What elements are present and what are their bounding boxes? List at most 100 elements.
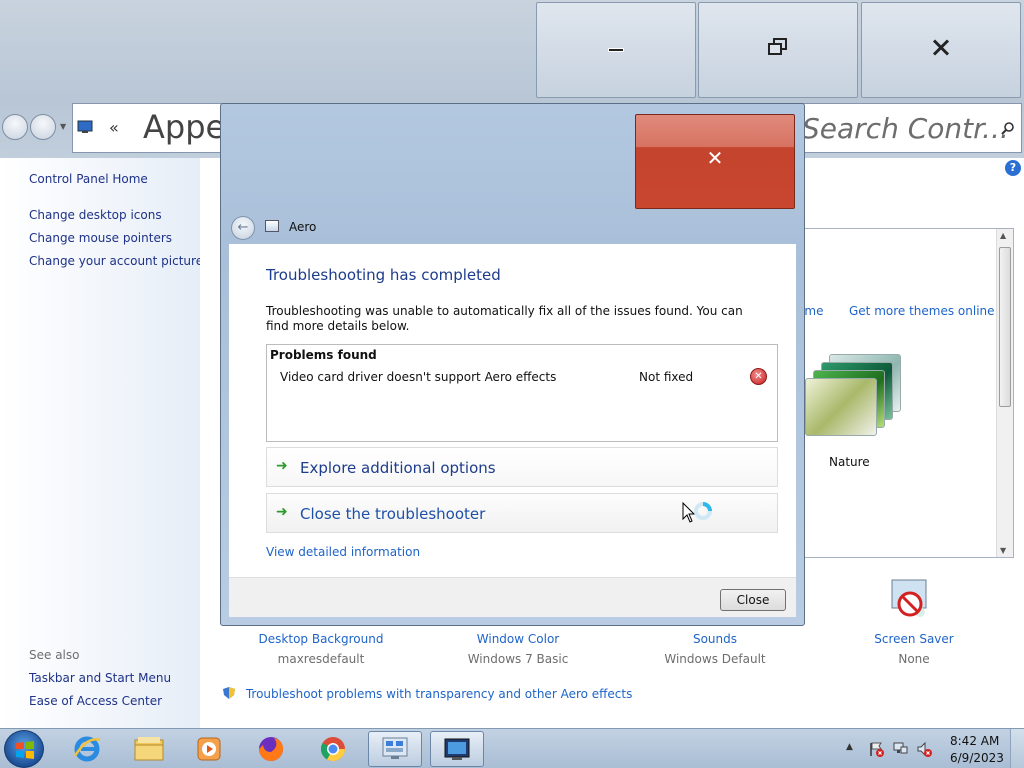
close-icon (932, 38, 950, 63)
window-color-title[interactable]: Window Color (438, 632, 598, 646)
back-button[interactable] (2, 114, 28, 140)
dialog-footer: Close (229, 577, 796, 617)
chrome-icon (320, 737, 345, 762)
see-also-label: See also (29, 648, 80, 662)
screen-saver-item[interactable]: Screen Saver None (834, 632, 994, 666)
control-panel-icon (382, 737, 408, 759)
sidebar-item-change-desktop-icons[interactable]: Change desktop icons (29, 208, 162, 222)
problem-name: Video card driver doesn't support Aero e… (280, 370, 557, 384)
navigation-buttons: ▼ (2, 114, 68, 142)
address-path[interactable]: Appe (143, 108, 225, 146)
windows-logo-icon (16, 741, 34, 759)
internet-explorer-icon (73, 736, 101, 762)
aero-troubleshooter-icon (444, 738, 470, 760)
taskbar-control-panel[interactable] (368, 731, 422, 767)
desktop-background-item[interactable]: Desktop Background maxresdefault (241, 632, 401, 666)
window-color-item[interactable]: Window Color Windows 7 Basic (438, 632, 598, 666)
nature-theme-thumbnail[interactable] (805, 354, 905, 449)
sidebar: Control Panel Home Change desktop icons … (0, 158, 203, 728)
restore-button[interactable] (698, 2, 858, 98)
aero-app-icon (265, 220, 279, 232)
window-close-button[interactable] (861, 2, 1021, 98)
problem-status: Not fixed (639, 370, 694, 384)
forward-button[interactable] (30, 114, 56, 140)
taskbar-troubleshooter[interactable] (430, 731, 484, 767)
start-button[interactable] (4, 730, 44, 768)
sounds-value: Windows Default (664, 652, 766, 666)
problems-title: Problems found (270, 348, 377, 362)
sidebar-item-control-panel-home[interactable]: Control Panel Home (29, 172, 148, 186)
troubleshooter-dialog: ✕ ← Aero Troubleshooting has completed T… (220, 103, 805, 626)
dialog-close-button[interactable]: ✕ (635, 114, 795, 209)
network-icon[interactable] (892, 741, 908, 757)
sidebar-item-ease-of-access[interactable]: Ease of Access Center (29, 694, 162, 708)
minimize-button[interactable] (536, 2, 696, 98)
sounds-title[interactable]: Sounds (635, 632, 795, 646)
close-troubleshooter-label: Close the troubleshooter (300, 505, 486, 523)
view-details-link[interactable]: View detailed information (266, 545, 420, 559)
dialog-header: ← Aero (229, 214, 796, 242)
close-icon: ✕ (706, 145, 724, 170)
dialog-heading: Troubleshooting has completed (266, 266, 501, 284)
get-more-themes-link[interactable]: Get more themes online (849, 304, 995, 318)
nature-theme-label: Nature (829, 455, 870, 469)
desktop-background-title[interactable]: Desktop Background (241, 632, 401, 646)
desktop-background-value: maxresdefault (277, 652, 365, 666)
taskbar-explorer[interactable] (122, 731, 176, 767)
problem-row[interactable]: Video card driver doesn't support Aero e… (267, 367, 777, 387)
search-input[interactable]: Search Contr... (795, 103, 1022, 153)
shield-icon (223, 687, 235, 699)
sidebar-item-change-account-picture[interactable]: Change your account picture (29, 254, 203, 268)
history-dropdown-icon[interactable]: ▼ (60, 122, 66, 131)
dialog-app-label: Aero (289, 220, 317, 234)
address-box[interactable]: « Appe (72, 103, 225, 153)
theme-list: eme Get more themes online Nature ▲ ▼ (796, 228, 1014, 558)
dialog-back-button[interactable]: ← (231, 216, 255, 240)
volume-muted-icon[interactable] (916, 741, 932, 757)
address-chevron[interactable]: « (109, 118, 119, 137)
taskbar: ▲ 8:42 AM 6/9/2023 (0, 728, 1024, 768)
control-panel-titlebar (0, 0, 1024, 100)
theme-scrollbar[interactable]: ▲ ▼ (996, 229, 1013, 557)
arrow-right-icon: ➜ (276, 458, 288, 474)
clock-date[interactable]: 6/9/2023 (950, 751, 1004, 765)
arrow-right-icon: ➜ (276, 504, 288, 520)
minimize-icon (608, 48, 624, 52)
dialog-description: Troubleshooting was unable to automatica… (266, 304, 743, 333)
window-color-value: Windows 7 Basic (467, 652, 569, 666)
taskbar-media-player[interactable] (182, 731, 236, 767)
explore-options-button[interactable]: ➜ Explore additional options (266, 447, 778, 487)
busy-cursor-icon (682, 502, 712, 523)
scroll-up-icon[interactable]: ▲ (1000, 231, 1006, 240)
sidebar-item-change-mouse-pointers[interactable]: Change mouse pointers (29, 231, 172, 245)
troubleshoot-aero-link[interactable]: Troubleshoot problems with transparency … (246, 687, 633, 701)
scroll-down-icon[interactable]: ▼ (1000, 546, 1006, 555)
sidebar-item-taskbar-start-menu[interactable]: Taskbar and Start Menu (29, 671, 171, 685)
restore-icon (767, 37, 789, 63)
close-button[interactable]: Close (720, 589, 786, 611)
system-tray: ▲ 8:42 AM 6/9/2023 (840, 729, 1024, 768)
scroll-thumb[interactable] (999, 247, 1011, 407)
taskbar-chrome[interactable] (306, 731, 360, 767)
explore-options-label: Explore additional options (300, 459, 496, 477)
firefox-icon (259, 737, 283, 761)
control-panel-icon (77, 120, 93, 138)
screen-saver-value: None (898, 652, 930, 666)
troubleshoot-row: Troubleshoot problems with transparency … (222, 686, 632, 701)
media-player-icon (197, 737, 221, 761)
show-desktop-button[interactable] (1010, 729, 1024, 768)
taskbar-firefox[interactable] (244, 731, 298, 767)
search-icon[interactable] (1001, 120, 1015, 139)
clock-time[interactable]: 8:42 AM (950, 734, 999, 748)
folder-icon (134, 737, 164, 761)
problems-found-box: Problems found Video card driver doesn't… (266, 344, 778, 442)
sounds-item[interactable]: Sounds Windows Default (635, 632, 795, 666)
screen-saver-title[interactable]: Screen Saver (834, 632, 994, 646)
error-icon: ✕ (750, 368, 767, 385)
action-center-flag-icon[interactable] (868, 741, 884, 757)
help-icon[interactable]: ? (1005, 160, 1021, 176)
taskbar-internet-explorer[interactable] (60, 731, 114, 767)
search-placeholder: Search Contr... (802, 112, 1009, 145)
show-hidden-icons-icon[interactable]: ▲ (846, 742, 853, 752)
screen-saver-icon[interactable] (888, 578, 932, 622)
